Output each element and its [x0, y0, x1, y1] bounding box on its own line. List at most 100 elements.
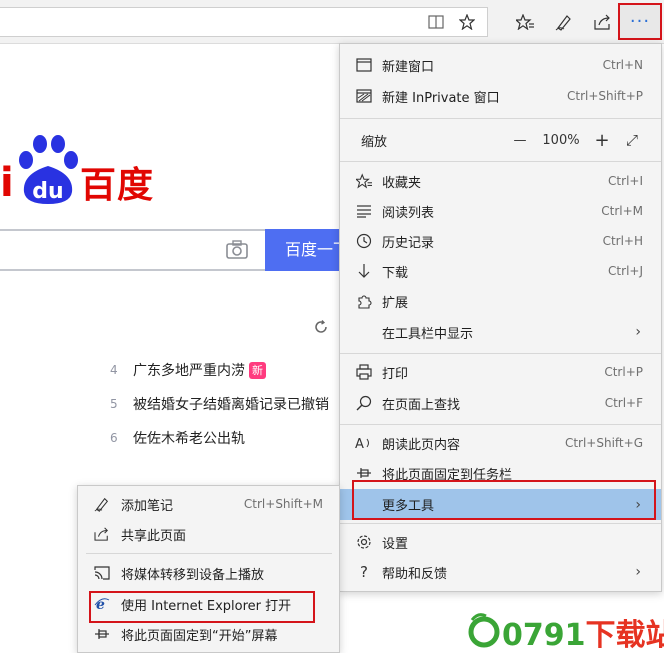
- menu-item-favorites[interactable]: 收藏夹 Ctrl+I: [340, 166, 661, 196]
- menu-item-downloads[interactable]: 下载 Ctrl+J: [340, 256, 661, 286]
- zoom-out-button[interactable]: —: [505, 133, 535, 148]
- zoom-controls: — 100% + ⤢: [505, 125, 647, 155]
- fullscreen-icon[interactable]: ⤢: [617, 131, 647, 149]
- menu-item-print[interactable]: 打印 Ctrl+P: [340, 357, 661, 387]
- print-icon: [354, 362, 374, 382]
- read-aloud-icon: A: [354, 433, 374, 453]
- list-item[interactable]: 5 被结婚女子结婚离婚记录已撤销: [110, 387, 340, 421]
- hot-rank: 6: [110, 431, 118, 445]
- menu-shortcut: Ctrl+N: [602, 58, 643, 72]
- menu-shortcut: Ctrl+I: [608, 174, 643, 188]
- help-icon: ?: [360, 563, 368, 581]
- menu-item-show-in-toolbar[interactable]: 在工具栏中显示 ›: [340, 317, 661, 347]
- menu-item-find-on-page[interactable]: 在页面上查找 Ctrl+F: [340, 388, 661, 418]
- watermark-icon: [468, 613, 500, 648]
- menu-label: 添加笔记: [121, 498, 174, 514]
- chevron-right-icon: ›: [635, 564, 641, 580]
- submenu-item-open-with-ie[interactable]: e 使用 Internet Explorer 打开: [78, 589, 339, 619]
- hot-title[interactable]: 广东多地严重内涝: [133, 360, 245, 380]
- submenu-item-share-page[interactable]: 共享此页面: [78, 519, 339, 549]
- menu-divider: [340, 523, 661, 524]
- menu-divider: [86, 553, 332, 554]
- refresh-icon[interactable]: [314, 320, 328, 334]
- list-item[interactable]: 6 佐佐木希老公出轨: [110, 421, 340, 455]
- menu-item-new-inprivate[interactable]: 新建 InPrivate 窗口 Ctrl+Shift+P: [340, 81, 661, 111]
- share-icon: [92, 524, 112, 544]
- search-icon: [354, 393, 374, 413]
- camera-icon[interactable]: [225, 238, 249, 262]
- menu-label: 扩展: [382, 295, 409, 311]
- menu-label: 历史记录: [382, 235, 435, 251]
- menu-item-history[interactable]: 历史记录 Ctrl+H: [340, 226, 661, 256]
- internet-explorer-icon: e: [92, 594, 112, 614]
- menu-label: 将媒体转移到设备上播放: [121, 567, 265, 583]
- menu-label: 在页面上查找: [382, 397, 461, 413]
- menu-label: 新建 InPrivate 窗口: [382, 90, 500, 106]
- menu-shortcut: Ctrl+M: [601, 204, 643, 218]
- menu-item-pin-taskbar[interactable]: 将此页面固定到任务栏: [340, 458, 661, 488]
- address-bar[interactable]: [0, 7, 488, 37]
- menu-divider: [340, 353, 661, 354]
- menu-item-read-aloud[interactable]: A 朗读此页内容 Ctrl+Shift+G: [340, 428, 661, 458]
- menu-item-reading-list[interactable]: 阅读列表 Ctrl+M: [340, 196, 661, 226]
- zoom-in-button[interactable]: +: [587, 130, 617, 151]
- menu-label: 阅读列表: [382, 205, 435, 221]
- hot-title[interactable]: 佐佐木希老公出轨: [133, 428, 245, 448]
- menu-item-more-tools[interactable]: 更多工具 ›: [340, 489, 661, 520]
- menu-label: 将此页面固定到“开始”屏幕: [121, 628, 278, 644]
- menu-label: 下载: [382, 265, 409, 281]
- menu-label: 帮助和反馈: [382, 566, 448, 582]
- menu-shortcut: Ctrl+J: [608, 264, 643, 278]
- submenu-item-pin-start[interactable]: 将此页面固定到“开始”屏幕: [78, 619, 339, 649]
- menu-label: 共享此页面: [121, 528, 187, 544]
- list-item[interactable]: 4 广东多地严重内涝 新: [110, 353, 340, 387]
- submenu-item-cast-media[interactable]: 将媒体转移到设备上播放: [78, 558, 339, 588]
- favorites-icon: [354, 171, 374, 191]
- favorite-star-icon[interactable]: [453, 8, 481, 36]
- menu-label: 打印: [382, 366, 409, 382]
- watermark-text: 0791下载站: [502, 610, 664, 653]
- pen-icon: [92, 494, 112, 514]
- search-button[interactable]: 百度一下: [265, 229, 345, 271]
- hot-title[interactable]: 被结婚女子结婚离婚记录已撤销: [133, 394, 329, 414]
- favorites-icon[interactable]: [511, 8, 539, 36]
- submenu-item-add-notes[interactable]: 添加笔记 Ctrl+Shift+M: [78, 489, 339, 519]
- menu-label: 在工具栏中显示: [382, 326, 474, 342]
- menu-shortcut: Ctrl+P: [604, 365, 643, 379]
- zoom-level: 100%: [542, 132, 580, 148]
- settings-menu: 新建窗口 Ctrl+N 新建 InPrivate 窗口 Ctrl+Shift+P…: [339, 43, 662, 592]
- watermark-logo: 0791下载站: [462, 608, 664, 653]
- logo-du: du: [32, 179, 63, 204]
- inprivate-icon: [354, 86, 374, 106]
- menu-shortcut: Ctrl+Shift+P: [567, 89, 643, 103]
- history-icon: [354, 231, 374, 251]
- menu-label: 缩放: [361, 134, 388, 150]
- cast-icon: [92, 563, 112, 583]
- share-icon[interactable]: [589, 8, 617, 36]
- baidu-paw-icon: du: [19, 135, 78, 204]
- hot-rank: 5: [110, 397, 118, 411]
- menu-item-help[interactable]: ? 帮助和反馈 ›: [340, 557, 661, 587]
- menu-label: 新建窗口: [382, 59, 435, 75]
- reading-list-icon: [354, 201, 374, 221]
- watermark-digits: 0791: [502, 618, 586, 653]
- download-icon: [354, 261, 374, 281]
- menu-shortcut: Ctrl+F: [604, 396, 643, 410]
- menu-label: 朗读此页内容: [382, 437, 461, 453]
- pen-icon[interactable]: [550, 8, 578, 36]
- more-icon[interactable]: ···: [618, 3, 662, 40]
- menu-item-new-window[interactable]: 新建窗口 Ctrl+N: [340, 50, 661, 80]
- menu-item-settings[interactable]: 设置: [340, 527, 661, 557]
- svg-text:A: A: [355, 437, 364, 451]
- menu-item-extensions[interactable]: 扩展: [340, 286, 661, 316]
- menu-label: 设置: [382, 536, 409, 552]
- pin-icon: [92, 624, 112, 644]
- logo-text: 百度: [80, 165, 155, 206]
- logo-letter-i: i: [0, 160, 14, 206]
- reading-view-icon[interactable]: [422, 8, 450, 36]
- menu-divider: [340, 424, 661, 425]
- menu-label: 更多工具: [382, 499, 435, 514]
- menu-shortcut: Ctrl+Shift+G: [564, 436, 643, 450]
- menu-label: 使用 Internet Explorer 打开: [121, 598, 292, 614]
- gear-icon: [354, 532, 374, 552]
